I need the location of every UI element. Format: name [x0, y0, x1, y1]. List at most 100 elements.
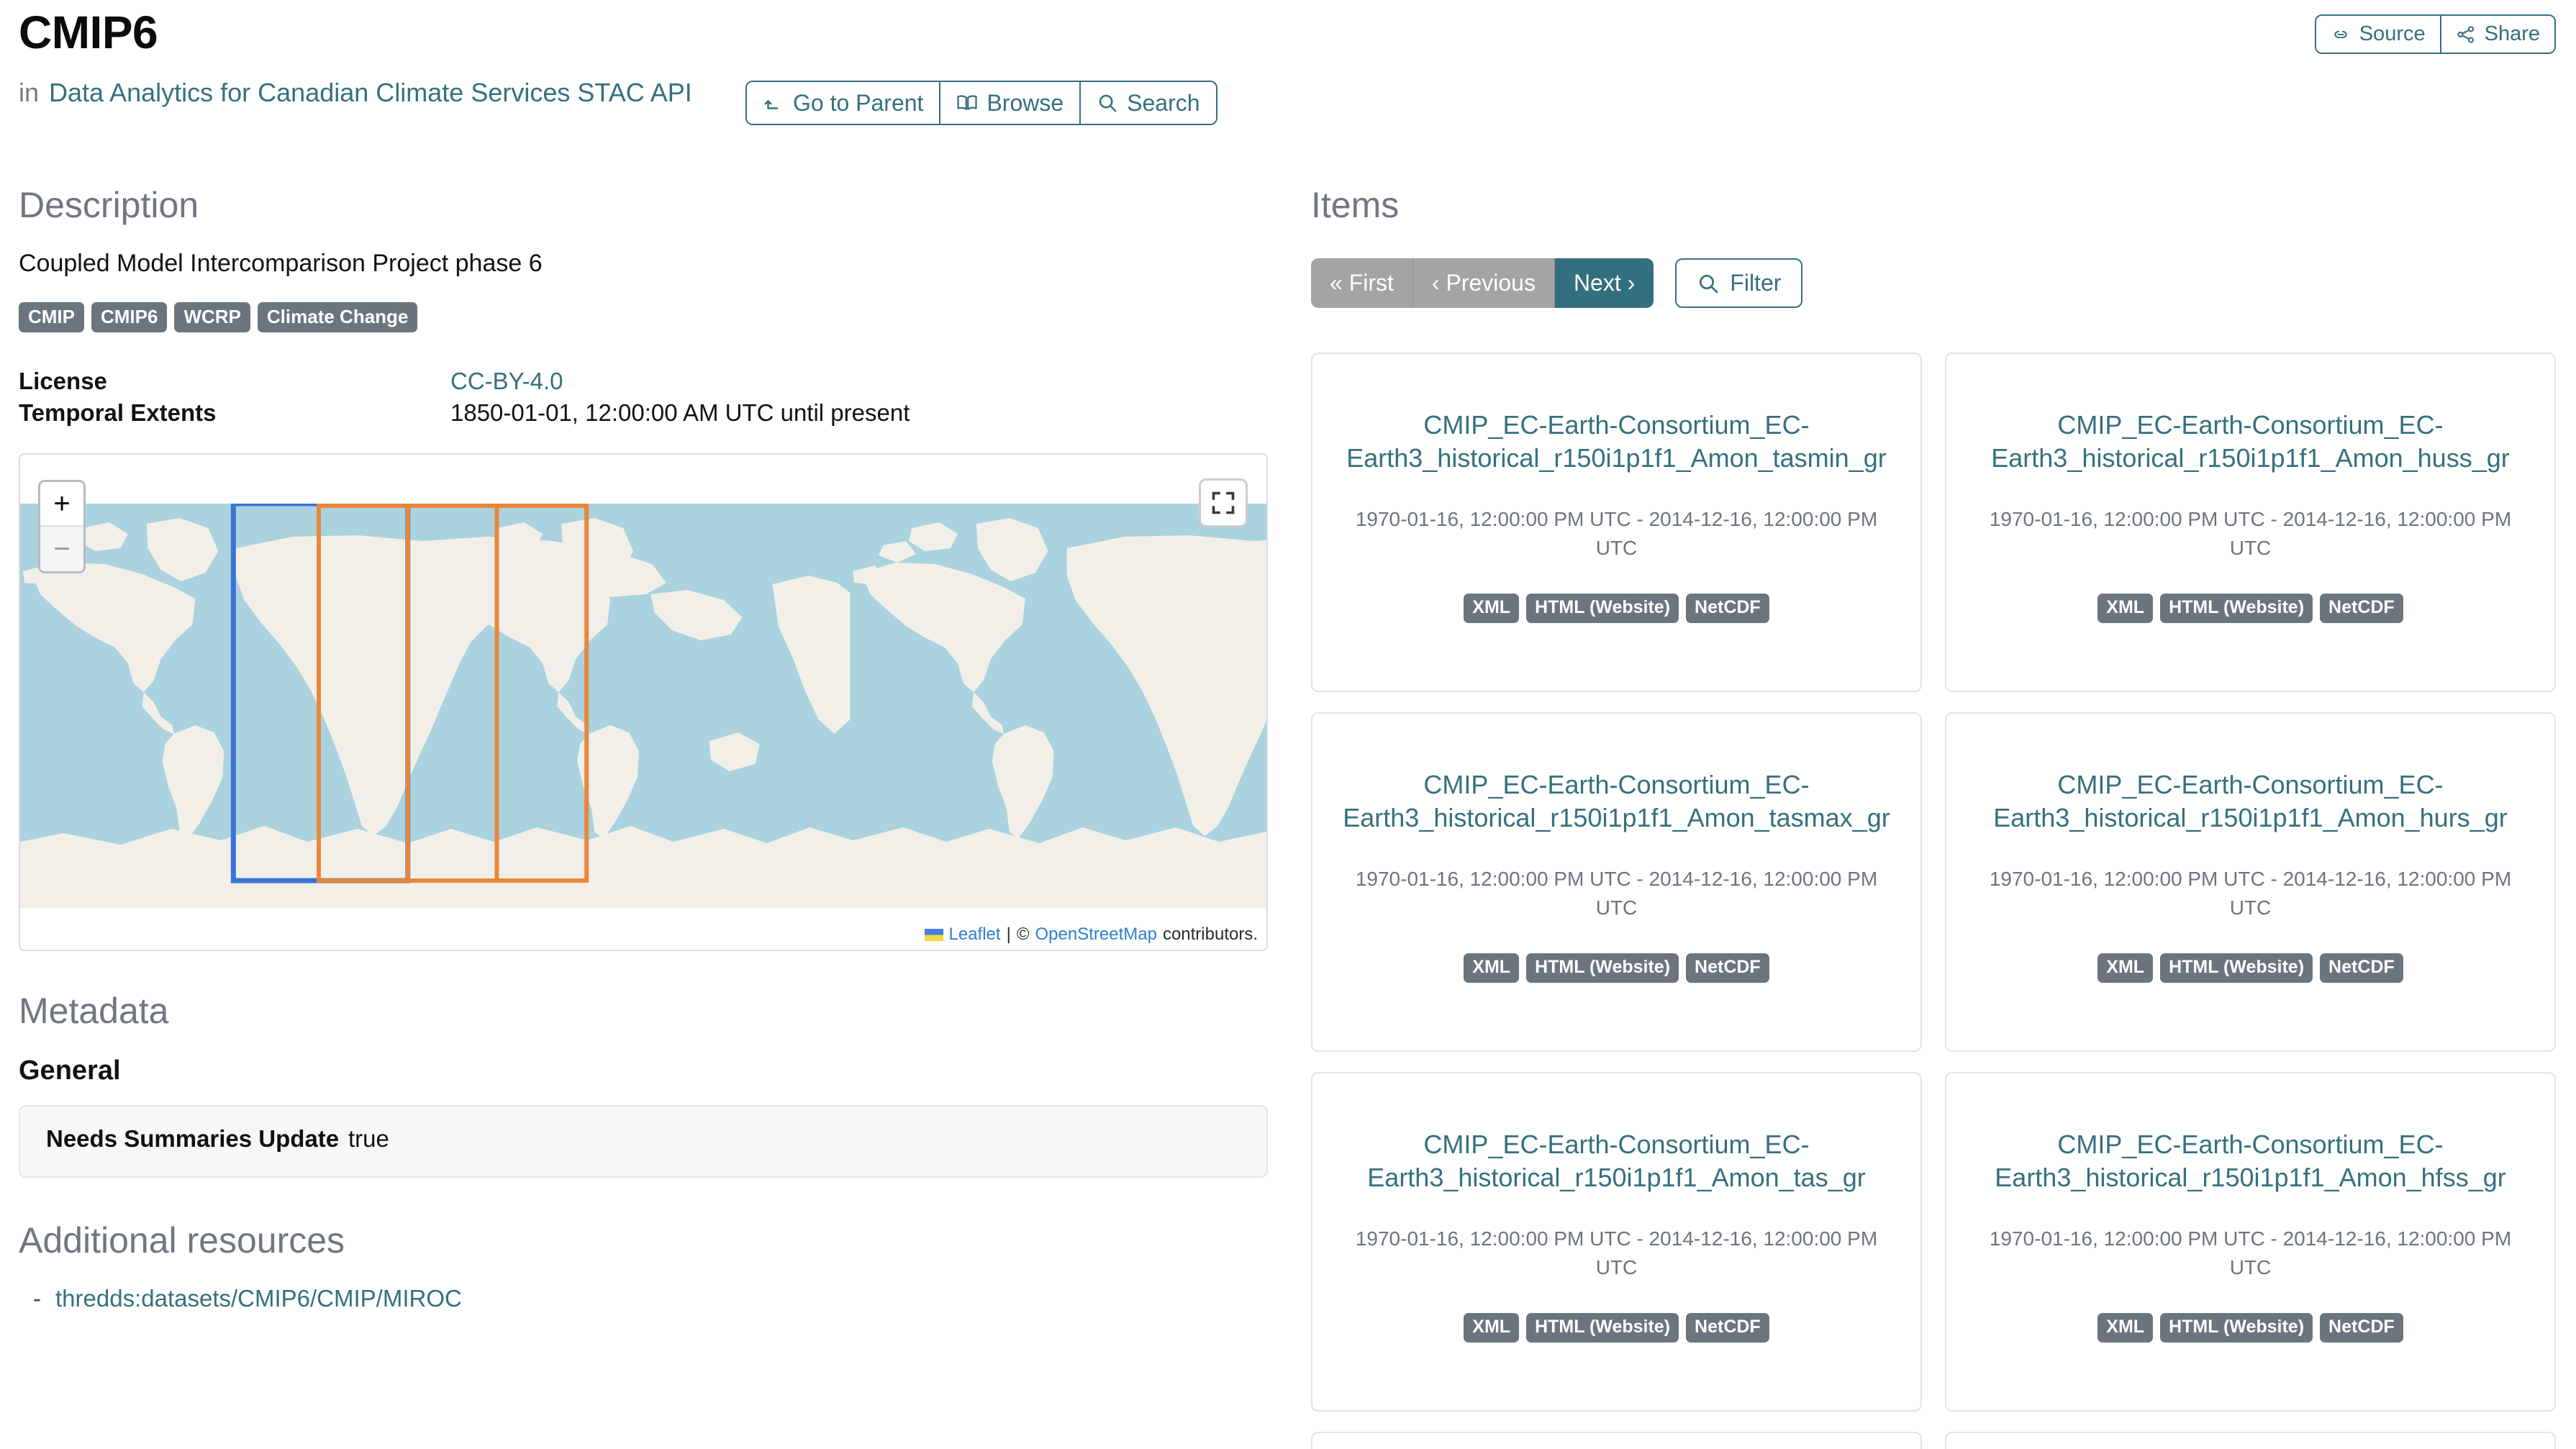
format-badge-html[interactable]: HTML (Website)	[1526, 953, 1679, 983]
share-icon	[2456, 24, 2476, 45]
list-bullet: -	[33, 1284, 41, 1312]
item-card[interactable]	[1311, 1432, 1922, 1449]
item-date-range: 1970-01-16, 12:00:00 PM UTC - 2014-12-16…	[1355, 868, 1878, 919]
map-canvas[interactable]	[20, 504, 1266, 908]
license-link[interactable]: CC-BY-4.0	[450, 368, 563, 394]
resource-link[interactable]: thredds:datasets/CMIP6/CMIP/MIROC	[55, 1285, 462, 1312]
extent-map[interactable]: + − Leaflet | © OpenStreetMap contributo…	[19, 453, 1268, 951]
format-badge-xml[interactable]: XML	[1464, 1312, 1520, 1343]
format-badge-netcdf[interactable]: NetCDF	[1686, 1312, 1769, 1343]
table-row: License CC-BY-4.0	[19, 365, 1268, 397]
format-badge-html[interactable]: HTML (Website)	[2160, 953, 2313, 983]
item-card[interactable]	[1945, 1432, 2556, 1449]
list-item: - thredds:datasets/CMIP6/CMIP/MIROC	[19, 1285, 1268, 1312]
item-title-link[interactable]: CMIP_EC-Earth-Consortium_EC-Earth3_histo…	[1338, 409, 1895, 475]
keyword-tag: CMIP6	[91, 302, 168, 332]
item-format-badges: XML HTML (Website) NetCDF	[1464, 953, 1769, 983]
share-button[interactable]: Share	[2441, 16, 2554, 53]
go-to-parent-button[interactable]: Go to Parent	[747, 82, 941, 124]
copyright-symbol: ©	[1016, 925, 1030, 944]
world-map-graphic	[20, 504, 1266, 908]
item-format-badges: XML HTML (Website) NetCDF	[1464, 1312, 1769, 1343]
format-badge-html[interactable]: HTML (Website)	[1526, 593, 1679, 623]
item-title-link[interactable]: CMIP_EC-Earth-Consortium_EC-Earth3_histo…	[1338, 768, 1895, 835]
description-properties-table: License CC-BY-4.0 Temporal Extents 1850-…	[19, 365, 1268, 429]
breadcrumb-parent-link[interactable]: Data Analytics for Canadian Climate Serv…	[49, 78, 692, 108]
needs-summaries-update-label: Needs Summaries Update	[46, 1125, 340, 1152]
zoom-out-button[interactable]: −	[40, 527, 83, 571]
needs-summaries-update-value: true	[348, 1125, 389, 1152]
item-card[interactable]: CMIP_EC-Earth-Consortium_EC-Earth3_histo…	[1945, 712, 2556, 1053]
item-card[interactable]: CMIP_EC-Earth-Consortium_EC-Earth3_histo…	[1311, 1072, 1922, 1412]
item-card[interactable]: CMIP_EC-Earth-Consortium_EC-Earth3_histo…	[1311, 353, 1922, 693]
go-to-parent-label: Go to Parent	[793, 90, 924, 116]
format-badge-xml[interactable]: XML	[2097, 1312, 2154, 1343]
table-row: Temporal Extents 1850-01-01, 12:00:00 AM…	[19, 397, 1268, 429]
format-badge-html[interactable]: HTML (Website)	[2160, 1312, 2313, 1343]
browse-label: Browse	[987, 90, 1064, 116]
leaflet-link[interactable]: Leaflet	[949, 925, 1001, 945]
ukraine-flag-icon	[924, 928, 943, 941]
format-badge-xml[interactable]: XML	[2097, 593, 2154, 623]
item-title-link[interactable]: CMIP_EC-Earth-Consortium_EC-Earth3_histo…	[1338, 1128, 1895, 1194]
description-text: Coupled Model Intercomparison Project ph…	[19, 250, 543, 277]
item-date-range: 1970-01-16, 12:00:00 PM UTC - 2014-12-16…	[1355, 508, 1878, 559]
description-heading: Description	[19, 185, 199, 225]
additional-resources-heading: Additional resources	[19, 1219, 345, 1261]
map-attribution: Leaflet | © OpenStreetMap contributors.	[915, 921, 1266, 950]
source-button[interactable]: Source	[2316, 16, 2441, 53]
zoom-in-button[interactable]: +	[40, 482, 83, 527]
contributors-text: contributors.	[1162, 925, 1258, 944]
keyword-tag-list: CMIP CMIP6 WCRP Climate Change	[19, 302, 1268, 332]
format-badge-html[interactable]: HTML (Website)	[2160, 593, 2313, 623]
search-label: Search	[1127, 90, 1200, 116]
page-header: CMIP6 in Data Analytics for Canadian Cli…	[0, 0, 2576, 155]
openstreetmap-link[interactable]: OpenStreetMap	[1035, 925, 1157, 945]
pagination-previous-button[interactable]: ‹ Previous	[1412, 258, 1555, 309]
item-date-range: 1970-01-16, 12:00:00 PM UTC - 2014-12-16…	[1355, 1227, 1878, 1278]
items-toolbar: « First ‹ Previous Next › Filter	[1311, 258, 2556, 309]
pagination-next-button[interactable]: Next ›	[1554, 258, 1654, 309]
fullscreen-icon	[1210, 490, 1236, 516]
browse-button[interactable]: Browse	[940, 82, 1081, 124]
format-badge-html[interactable]: HTML (Website)	[1526, 1312, 1679, 1343]
keyword-tag: CMIP	[19, 302, 84, 332]
map-zoom-controls: + −	[38, 480, 86, 573]
format-badge-netcdf[interactable]: NetCDF	[2320, 953, 2403, 983]
item-card[interactable]: CMIP_EC-Earth-Consortium_EC-Earth3_histo…	[1311, 712, 1922, 1053]
item-title-link[interactable]: CMIP_EC-Earth-Consortium_EC-Earth3_histo…	[1972, 409, 2529, 475]
link-icon	[2331, 24, 2351, 45]
fullscreen-button[interactable]	[1199, 478, 1248, 527]
metadata-general-panel: Needs Summaries Update true	[19, 1105, 1268, 1178]
search-icon	[1097, 92, 1118, 114]
format-badge-xml[interactable]: XML	[1464, 953, 1520, 983]
search-button[interactable]: Search	[1081, 82, 1216, 124]
breadcrumb: in Data Analytics for Canadian Climate S…	[19, 78, 692, 108]
item-date-range: 1970-01-16, 12:00:00 PM UTC - 2014-12-16…	[1989, 508, 2512, 559]
page-title: CMIP6	[19, 6, 158, 58]
nav-button-group: Go to Parent Browse Search	[745, 81, 1217, 125]
format-badge-netcdf[interactable]: NetCDF	[2320, 1312, 2403, 1343]
item-card[interactable]: CMIP_EC-Earth-Consortium_EC-Earth3_histo…	[1945, 353, 2556, 693]
item-card[interactable]: CMIP_EC-Earth-Consortium_EC-Earth3_histo…	[1945, 1072, 2556, 1412]
item-format-badges: XML HTML (Website) NetCDF	[2097, 953, 2403, 983]
item-format-badges: XML HTML (Website) NetCDF	[2097, 1312, 2403, 1343]
pagination-first-button[interactable]: « First	[1311, 258, 1413, 309]
share-label: Share	[2484, 22, 2540, 45]
format-badge-netcdf[interactable]: NetCDF	[1686, 593, 1769, 623]
search-icon	[1697, 272, 1720, 295]
additional-resources-list: - thredds:datasets/CMIP6/CMIP/MIROC	[19, 1285, 1268, 1312]
table-row: Needs Summaries Update true	[46, 1124, 1241, 1155]
top-right-button-group: Source Share	[2314, 14, 2556, 54]
format-badge-netcdf[interactable]: NetCDF	[2320, 593, 2403, 623]
pagination-group: « First ‹ Previous Next ›	[1311, 258, 1654, 309]
item-format-badges: XML HTML (Website) NetCDF	[1464, 593, 1769, 623]
item-title-link[interactable]: CMIP_EC-Earth-Consortium_EC-Earth3_histo…	[1972, 768, 2529, 835]
format-badge-netcdf[interactable]: NetCDF	[1686, 953, 1769, 983]
license-label: License	[19, 368, 107, 394]
format-badge-xml[interactable]: XML	[1464, 593, 1520, 623]
items-panel: Items « First ‹ Previous Next › Filter C…	[1311, 186, 2556, 1449]
item-title-link[interactable]: CMIP_EC-Earth-Consortium_EC-Earth3_histo…	[1972, 1128, 2529, 1194]
format-badge-xml[interactable]: XML	[2097, 953, 2154, 983]
filter-button[interactable]: Filter	[1675, 258, 1803, 309]
